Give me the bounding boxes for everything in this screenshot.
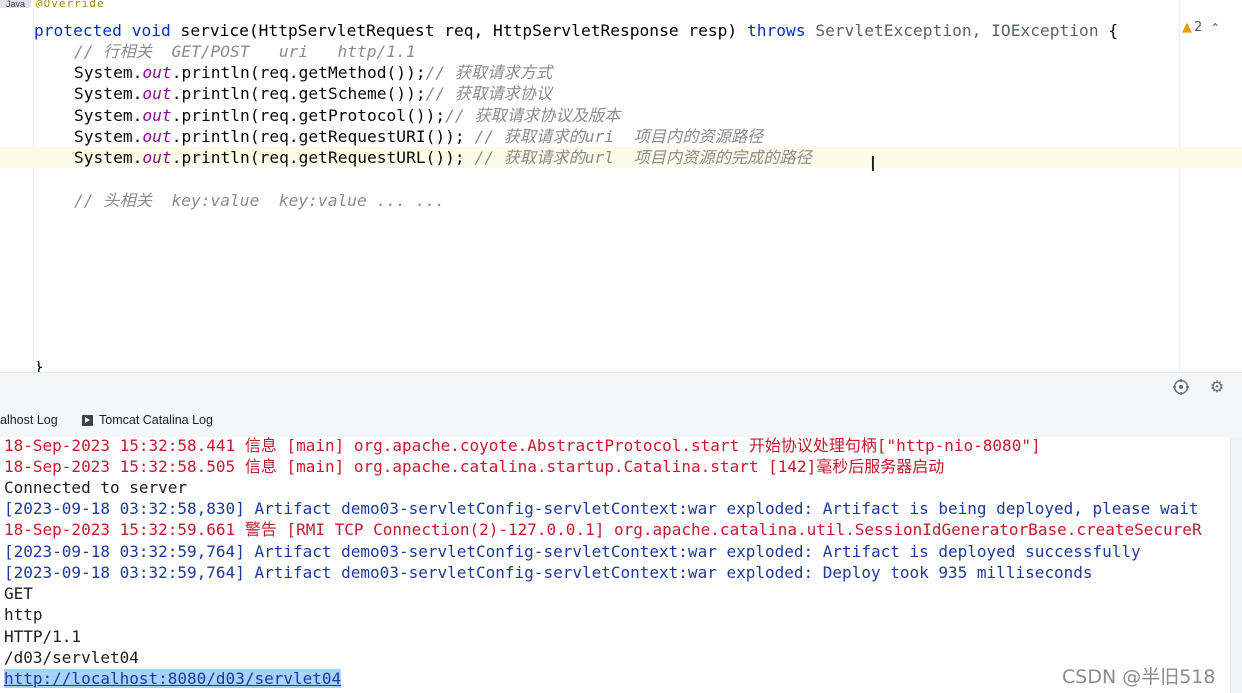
watermark: CSDN @半旧518 (1062, 666, 1216, 688)
exception-types: ServletException, IOException (815, 21, 1099, 40)
console-line: [2023-09-18 03:32:58,830] Artifact demo0… (4, 499, 1199, 518)
static-field: out (142, 84, 172, 103)
code-line-current[interactable]: System.out.println(req.getRequestURL());… (0, 147, 1242, 168)
code-line[interactable]: System.out.println(req.getRequestURI());… (74, 126, 763, 147)
closing-brace: } (34, 361, 44, 372)
code-text: System. (74, 63, 143, 82)
keyword: void (131, 21, 171, 40)
console-scrollbar[interactable] (1230, 437, 1242, 693)
file-tab[interactable]: Java (0, 0, 32, 8)
console-toolbar (0, 372, 1242, 404)
comment-text: // 获取请求的url 项目内资源的完成的路径 (474, 148, 812, 167)
code-text: .println(req.getRequestURL()); (171, 148, 475, 167)
console-line-link[interactable]: http://localhost:8080/d03/servlet04 (4, 668, 342, 689)
code-text: .println(req.getProtocol()); (171, 106, 446, 125)
code-text: System. (74, 148, 143, 167)
code-text: System. (74, 84, 143, 103)
console-line: HTTP/1.1 (4, 627, 82, 646)
static-field: out (142, 148, 172, 167)
text-cursor-icon: I (870, 152, 876, 176)
console-output[interactable]: 18-Sep-2023 15:32:58.441 信息 [main] org.a… (0, 437, 1230, 693)
code-text: System. (74, 127, 143, 146)
annotation-line: @Override (36, 0, 105, 8)
code-text: .println(req.getRequestURI()); (171, 127, 475, 146)
code-line[interactable]: System.out.println(req.getScheme());// 获… (74, 83, 552, 104)
code-text: .println(req.getScheme()); (171, 84, 426, 103)
console-line: [2023-09-18 03:32:59,764] Artifact demo0… (4, 542, 1141, 561)
comment-text: // 获取请求方式 (425, 63, 553, 82)
static-field: out (142, 127, 172, 146)
tab-tomcat-catalina-log[interactable]: Tomcat Catalina Log (82, 413, 213, 427)
console-line: [2023-09-18 03:32:59,764] Artifact demo0… (4, 563, 1093, 582)
console-line: GET (4, 584, 33, 603)
code-line[interactable]: System.out.println(req.getMethod());// 获… (74, 62, 552, 83)
keyword: protected (34, 21, 122, 40)
crosshair-icon[interactable] (1172, 378, 1190, 396)
gear-icon[interactable]: ⚙ (1208, 378, 1226, 396)
console-line: 18-Sep-2023 15:32:59.661 警告 [RMI TCP Con… (4, 520, 1202, 539)
comment-text: // 获取请求协议 (425, 84, 553, 103)
console-line: http (4, 605, 43, 624)
code-comment[interactable]: // 头相关 key:value key:value ... ... (74, 190, 445, 211)
comment-text: // 获取请求协议及版本 (445, 106, 621, 125)
comment-text: // 行相关 GET/POST uri http/1.1 (74, 42, 416, 61)
console-line: 18-Sep-2023 15:32:58.441 信息 [main] org.a… (4, 437, 1041, 455)
static-field: out (142, 106, 172, 125)
console-line: Connected to server (4, 478, 188, 497)
console-line: /d03/servlet04 (4, 648, 139, 667)
open-brace: { (1098, 21, 1119, 40)
code-editor[interactable]: Java @Override protected void service(Ht… (0, 0, 1242, 372)
warning-count: 2 (1194, 20, 1203, 35)
code-line[interactable]: System.out.println(req.getProtocol());//… (74, 105, 620, 126)
gutter-divider (33, 10, 34, 372)
tab-label: Tomcat Catalina Log (99, 413, 213, 427)
code-comment[interactable]: // 行相关 GET/POST uri http/1.1 (74, 41, 416, 62)
warning-icon: ▲ (1182, 20, 1192, 35)
tab-label: alhost Log (0, 413, 58, 427)
comment-text: // 头相关 key:value key:value ... ... (74, 191, 445, 210)
code-text: .println(req.getMethod()); (171, 63, 426, 82)
inspection-widget[interactable]: ▲ 2 ⌃ (1182, 20, 1220, 35)
keyword: throws (746, 21, 806, 40)
code-text: System. (74, 106, 143, 125)
chevron-up-icon[interactable]: ⌃ (1210, 21, 1220, 35)
tab-localhost-log[interactable]: alhost Log (0, 413, 58, 427)
method-signature: service(HttpServletRequest req, HttpServ… (180, 21, 738, 40)
console-line: 18-Sep-2023 15:32:58.505 信息 [main] org.a… (4, 457, 945, 476)
console-tab-icon (82, 414, 93, 426)
code-line-signature[interactable]: protected void service(HttpServletReques… (34, 20, 1118, 41)
comment-text: // 获取请求的uri 项目内的资源路径 (474, 127, 764, 146)
right-margin-guide (1179, 0, 1180, 372)
log-tab-bar: alhost Log Tomcat Catalina Log (0, 403, 1242, 437)
url-link[interactable]: http://localhost:8080/d03/servlet04 (4, 669, 342, 688)
static-field: out (142, 63, 172, 82)
